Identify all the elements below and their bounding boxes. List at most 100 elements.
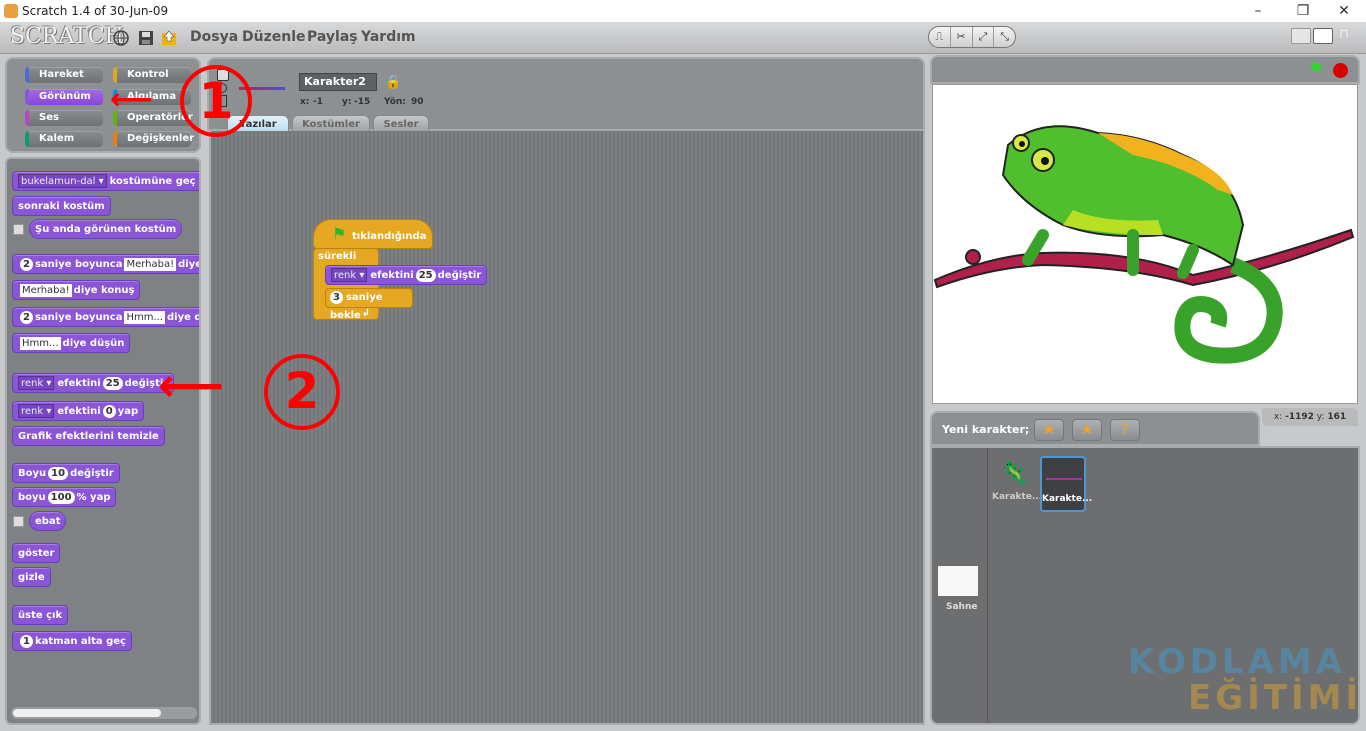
costume-reporter-checkbox[interactable]: [13, 224, 24, 235]
stage-column: Sahne: [932, 448, 988, 723]
block-say-for-secs[interactable]: 2saniye boyuncaMerhaba!diye konuş: [12, 254, 199, 274]
close-button[interactable]: ✕: [1322, 0, 1366, 22]
menu-yardim[interactable]: Yardım: [361, 29, 416, 45]
say-input[interactable]: Merhaba!: [20, 283, 72, 297]
effect-dropdown[interactable]: renk ▾: [18, 404, 55, 418]
palette-scrollbar-thumb[interactable]: [13, 709, 161, 717]
block-next-costume[interactable]: sonraki kostüm: [12, 196, 111, 216]
watermark: KODLAMA EĞİTİMİ: [1128, 644, 1362, 716]
size-percent-input[interactable]: 100: [47, 490, 75, 504]
grow-icon[interactable]: ⤢: [973, 27, 995, 47]
sprite-info-panel: Karakter2 🔒 x: -1 y: -15 Yön: 90 Yazılar…: [207, 57, 925, 133]
effect-amount-input[interactable]: 25: [415, 268, 436, 282]
palette-scrollbar[interactable]: [11, 707, 197, 719]
think-input[interactable]: Hmm...: [124, 310, 166, 324]
category-degiskenler[interactable]: Değişkenler: [113, 131, 194, 147]
block-palette: bukelamun-dal ▾ kostümüne geç sonraki kos…: [5, 157, 201, 725]
secs-input[interactable]: 2: [20, 310, 33, 324]
wait-block[interactable]: 3 saniye bekle: [325, 288, 413, 321]
block-go-back-layers[interactable]: 1 katman alta geç: [12, 631, 132, 651]
script-change-effect-block[interactable]: renk ▾ efektini 25 değiştir: [325, 265, 488, 285]
sprite-x-value: -1: [313, 97, 323, 107]
block-think[interactable]: Hmm... diye düşün: [12, 333, 131, 353]
chameleon-sprite[interactable]: [933, 85, 1358, 404]
stage-label: Sahne: [946, 602, 978, 612]
block-say[interactable]: Merhaba! diye konuş: [12, 280, 141, 300]
wait-secs-input[interactable]: 3: [330, 291, 343, 304]
block-clear-effects[interactable]: Grafik efektlerini temizle: [12, 426, 165, 446]
category-gorunum[interactable]: Görünüm: [25, 89, 103, 105]
globe-icon[interactable]: [112, 29, 130, 47]
save-icon[interactable]: [137, 29, 155, 47]
block-size-reporter[interactable]: ebat: [29, 511, 67, 531]
small-stage-icon[interactable]: [1291, 28, 1311, 44]
stage[interactable]: [932, 84, 1358, 404]
watermark-line2: EĞİTİMİ: [1188, 678, 1363, 718]
green-flag-button[interactable]: ⚑: [1308, 59, 1324, 80]
lock-icon[interactable]: 🔒: [385, 75, 401, 90]
block-change-size[interactable]: Boyu 10 değiştir: [12, 463, 120, 483]
block-set-effect[interactable]: renk ▾ efektini 0 yap: [12, 401, 145, 421]
block-set-size[interactable]: boyu 100% yap: [12, 487, 117, 507]
block-label: değiştir: [70, 468, 114, 479]
category-hareket[interactable]: Hareket: [25, 67, 103, 83]
random-sprite-icon[interactable]: ?: [1110, 419, 1140, 441]
think-input[interactable]: Hmm...: [20, 336, 61, 350]
sprite-thumb[interactable]: 🦎 Karakte...: [992, 456, 1042, 512]
stage-thumbnail[interactable]: [938, 566, 978, 596]
secs-input[interactable]: 2: [20, 257, 33, 271]
minimize-button[interactable]: –: [1236, 0, 1280, 22]
stamp-icon[interactable]: ⎍: [929, 27, 951, 47]
annotation-circle-1: 1: [180, 65, 252, 137]
normal-stage-icon[interactable]: [1313, 28, 1333, 44]
menubar: SCRATCH Dosya Düzenle Paylaş Yardım ⎍ ✂ …: [0, 22, 1366, 54]
shrink-icon[interactable]: ⤡: [994, 27, 1015, 47]
share-icon[interactable]: [160, 29, 178, 47]
window-titlebar: Scratch 1.4 of 30-Jun-09 – ❐ ✕: [0, 0, 1366, 22]
annotation-circle-2: 2: [264, 354, 340, 430]
effect-dropdown-value: renk: [21, 378, 44, 389]
block-label: diye düşün: [62, 338, 125, 349]
choose-sprite-icon[interactable]: ★: [1072, 419, 1102, 441]
stop-button[interactable]: [1333, 63, 1348, 78]
script-area[interactable]: ⚑ tıklandığında sürekli ↲ renk ▾ efektini…: [209, 131, 925, 725]
sprite-y-label: y:: [342, 97, 352, 107]
block-costume-number[interactable]: Şu anda görünen kostüm: [29, 219, 183, 239]
effect-amount-input[interactable]: 0: [102, 404, 116, 418]
block-show[interactable]: göster: [12, 543, 61, 563]
category-kalem[interactable]: Kalem: [25, 131, 103, 147]
menu-paylas[interactable]: Paylaş: [307, 29, 358, 45]
block-switch-costume[interactable]: bukelamun-dal ▾ kostümüne geç: [12, 171, 199, 191]
watermark-line1: KODLAMA: [1128, 642, 1347, 682]
costume-dropdown[interactable]: bukelamun-dal ▾: [18, 174, 107, 188]
block-think-for-secs[interactable]: 2saniye boyuncaHmm...diye düşün: [12, 307, 199, 327]
when-flag-clicked-hat-block[interactable]: ⚑ tıklandığında: [313, 219, 433, 249]
effect-dropdown[interactable]: renk ▾: [331, 268, 368, 282]
paint-sprite-icon[interactable]: ★: [1034, 419, 1064, 441]
category-ses[interactable]: Ses: [25, 110, 103, 126]
sprite-name-field[interactable]: Karakter2: [299, 73, 377, 91]
block-change-effect[interactable]: renk ▾ efektini 25 değiştir: [12, 373, 175, 393]
menu-dosya[interactable]: Dosya: [190, 29, 238, 45]
sprite-thumb-selected[interactable]: Karakte...: [1040, 456, 1092, 512]
block-label: efektini: [370, 270, 414, 281]
say-input[interactable]: Merhaba!: [124, 257, 177, 271]
effect-dropdown-value: renk: [334, 270, 357, 281]
effect-dropdown[interactable]: renk ▾: [18, 376, 55, 390]
effect-amount-input[interactable]: 25: [102, 376, 123, 390]
category-kontrol[interactable]: Kontrol: [113, 67, 191, 83]
size-reporter-checkbox[interactable]: [13, 516, 24, 527]
block-label: boyu: [18, 492, 46, 503]
size-amount-input[interactable]: 10: [48, 466, 69, 480]
menu-duzenle[interactable]: Düzenle: [242, 29, 306, 45]
window-title: Scratch 1.4 of 30-Jun-09: [22, 4, 169, 18]
sprite-direction-label: Yön:: [384, 97, 406, 107]
block-hide[interactable]: gizle: [12, 567, 51, 587]
maximize-button[interactable]: ❐: [1281, 0, 1325, 22]
layers-input[interactable]: 1: [20, 634, 33, 648]
new-sprite-bar: Yeni karakter; ★ ★ ?: [930, 411, 1260, 446]
presentation-icon[interactable]: ⊓: [1339, 28, 1359, 44]
block-go-to-front[interactable]: üste çık: [12, 605, 69, 625]
scissors-icon[interactable]: ✂: [951, 27, 973, 47]
mouse-y-label: y:: [1316, 412, 1325, 422]
